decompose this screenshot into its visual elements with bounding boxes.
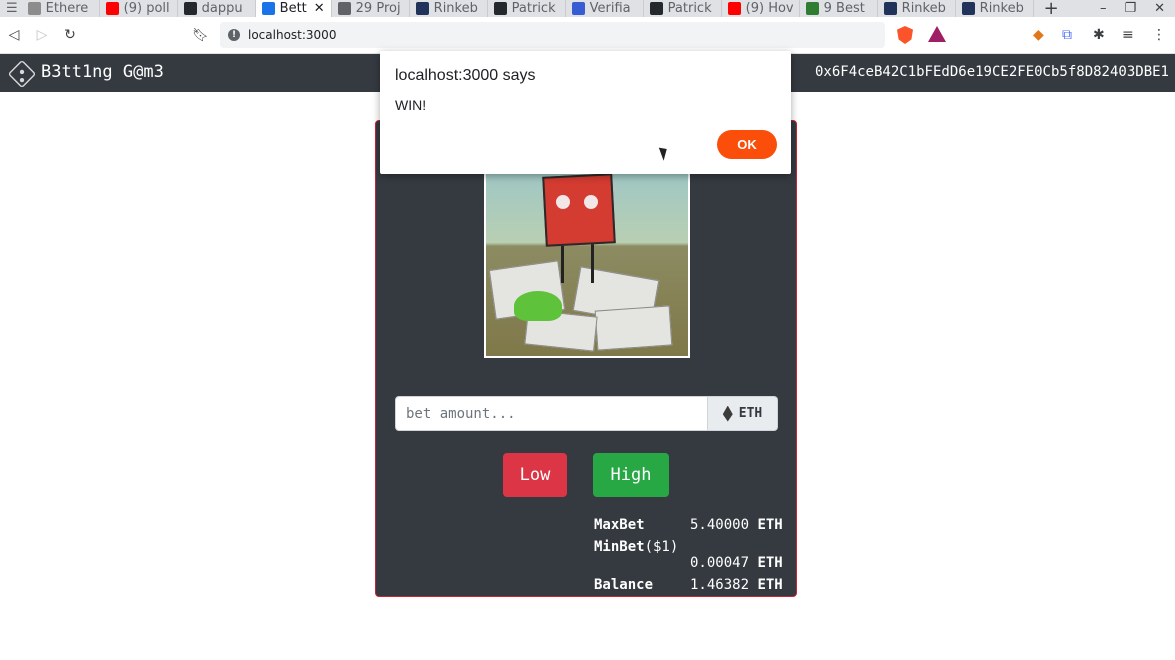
betting-card: ETH Low High MaxBet 5.40000 ETH MinBet($… xyxy=(375,120,797,597)
browser-tab[interactable]: Bett ✕ xyxy=(255,0,332,17)
tab-label: Verifia xyxy=(589,1,631,16)
etherscan-icon xyxy=(883,2,897,15)
menu-icon[interactable]: ☰ xyxy=(0,1,22,16)
etherscan-icon xyxy=(415,2,429,15)
site-icon xyxy=(805,2,819,15)
reload-button[interactable]: ↻ xyxy=(56,27,84,43)
forward-button[interactable]: ▷ xyxy=(28,27,56,43)
chainlink-icon xyxy=(571,2,585,15)
browser-tab[interactable]: Patrick xyxy=(488,0,566,17)
alert-dialog: localhost:3000 says WIN! OK xyxy=(380,51,791,174)
close-tab-icon[interactable]: ✕ xyxy=(314,1,325,16)
app-icon xyxy=(261,2,275,15)
browser-tab[interactable]: Patrick xyxy=(644,0,722,17)
reading-list-icon[interactable]: ≡ xyxy=(1122,27,1134,43)
dialog-title: localhost:3000 says xyxy=(395,67,536,84)
github-icon xyxy=(493,2,507,15)
brave-rewards-icon[interactable] xyxy=(928,26,946,42)
browser-tab[interactable]: Rinkeb xyxy=(410,0,488,17)
bet-input-group: ETH xyxy=(395,396,778,431)
browser-tab[interactable]: dappu xyxy=(178,0,256,17)
browser-tab[interactable]: Rinkeb xyxy=(956,0,1034,17)
browser-tab[interactable]: 9 Best xyxy=(800,0,878,17)
close-window-button[interactable]: ✕ xyxy=(1154,1,1165,16)
etherscan-icon xyxy=(961,2,975,15)
minbet-value: 0.00047 ETH xyxy=(690,555,783,571)
tab-label: Rinkeb xyxy=(433,1,478,16)
tab-label: (9) Hov xyxy=(745,1,794,16)
browser-toolbar: ◁ ▷ ↻ 🔖︎ ! localhost:3000 ◆ ⧉ ✱ ≡ ⋮ xyxy=(0,17,1175,54)
tab-label: Patrick xyxy=(511,1,556,16)
at-icon xyxy=(337,2,351,15)
browser-tab[interactable]: 29 Proj xyxy=(332,0,410,17)
restore-button[interactable]: ❐ xyxy=(1124,1,1136,16)
minimize-button[interactable]: – xyxy=(1100,1,1107,16)
browser-tabstrip: ☰ Ethere (9) poll dappu Bett ✕ 29 Proj Rinkeb P… xyxy=(0,0,1175,17)
dialog-ok-button[interactable]: OK xyxy=(717,130,777,159)
brand-title[interactable]: B3tt1ng G@m3 xyxy=(41,62,164,82)
ethereum-icon xyxy=(722,405,733,422)
bookmark-icon[interactable]: 🔖︎ xyxy=(192,28,209,43)
back-button[interactable]: ◁ xyxy=(0,27,28,43)
dice-logo-icon xyxy=(7,59,37,89)
github-icon xyxy=(649,2,663,15)
eth-unit-label: ETH xyxy=(738,406,763,421)
ethereum-icon xyxy=(27,2,41,15)
tab-label: Patrick xyxy=(667,1,712,16)
game-illustration xyxy=(484,171,690,358)
brave-shields-icon[interactable] xyxy=(897,26,913,44)
tab-label: 29 Proj xyxy=(355,1,401,16)
tab-label: 9 Best xyxy=(823,1,865,16)
tab-label: Rinkeb xyxy=(979,1,1024,16)
browser-menu-icon[interactable]: ⋮ xyxy=(1152,27,1166,43)
maxbet-value: 5.40000 ETH xyxy=(690,517,783,533)
tab-label: dappu xyxy=(201,1,243,16)
extensions-icon[interactable]: ✱ xyxy=(1093,27,1105,43)
minbet-label: MinBet($1) xyxy=(594,539,679,555)
metamask-icon[interactable]: ◆ xyxy=(1033,27,1044,43)
new-tab-button[interactable]: + xyxy=(1034,0,1069,17)
tab-list: Ethere (9) poll dappu Bett ✕ 29 Proj Rinkeb Pat… xyxy=(22,0,1034,17)
translate-extension-icon[interactable]: ⧉ xyxy=(1062,27,1072,43)
tab-label: Ethere xyxy=(45,1,89,16)
address-url: localhost:3000 xyxy=(248,28,337,42)
balance-label: Balance xyxy=(594,577,654,593)
tab-label: Rinkeb xyxy=(901,1,946,16)
browser-tab[interactable]: Rinkeb xyxy=(878,0,956,17)
youtube-icon xyxy=(105,2,119,15)
tab-label: (9) poll xyxy=(123,1,170,16)
tab-label: Bett xyxy=(279,1,307,16)
window-controls: – ❐ ✕ xyxy=(1100,1,1175,16)
bet-amount-input[interactable] xyxy=(395,396,708,431)
browser-tab[interactable]: (9) poll xyxy=(100,0,178,17)
site-info-icon[interactable]: ! xyxy=(228,29,240,41)
bet-high-button[interactable]: High xyxy=(593,453,669,497)
browser-tab[interactable]: (9) Hov xyxy=(722,0,800,17)
maxbet-label: MaxBet xyxy=(594,517,645,533)
github-icon xyxy=(183,2,197,15)
address-bar[interactable]: ! localhost:3000 xyxy=(220,22,885,48)
browser-tab[interactable]: Ethere xyxy=(22,0,100,17)
eth-unit-addon: ETH xyxy=(708,396,778,431)
browser-tab[interactable]: Verifia xyxy=(566,0,644,17)
dialog-message: WIN! xyxy=(395,97,427,113)
account-address: 0x6F4ceB42C1bFEdD6e19CE2FE0Cb5f8D82403DB… xyxy=(814,64,1169,80)
balance-value: 1.46382 ETH xyxy=(690,577,783,593)
bet-low-button[interactable]: Low xyxy=(503,453,567,497)
youtube-icon xyxy=(727,2,741,15)
